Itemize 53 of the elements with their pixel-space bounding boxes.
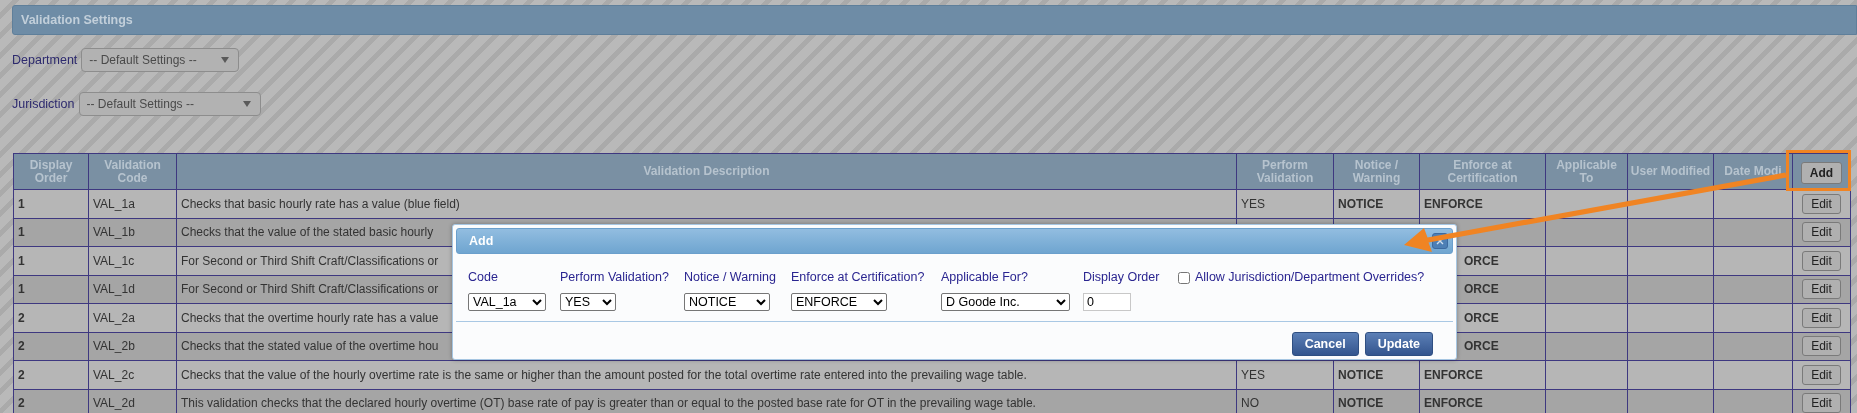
caret-icon	[221, 57, 230, 63]
table-cell: VAL_2c	[88, 360, 177, 389]
table-cell: 1	[13, 246, 89, 275]
table-cell: NOTICE	[1333, 189, 1420, 218]
dropdown-value: -- Default Settings --	[89, 52, 197, 69]
table-cell: VAL_1b	[88, 218, 177, 247]
table-cell: 2	[13, 303, 89, 332]
edit-button[interactable]: Edit	[1802, 336, 1841, 357]
highlight-frame	[1786, 150, 1851, 191]
column-header: Perform Validation	[1236, 153, 1334, 190]
table-cell: VAL_2a	[88, 303, 177, 332]
edit-button[interactable]: Edit	[1802, 393, 1841, 413]
filter-dropdown[interactable]: -- Default Settings --	[78, 92, 261, 116]
table-cell: VAL_1c	[88, 246, 177, 275]
dropdown[interactable]: VAL_1a	[468, 293, 546, 311]
filter-dropdown[interactable]: -- Default Settings --	[81, 48, 240, 72]
column-header: Enforce at Certification	[1419, 153, 1546, 190]
table-cell: 1	[13, 275, 89, 304]
table-cell: VAL_1d	[88, 275, 177, 304]
edit-button[interactable]: Edit	[1802, 193, 1841, 214]
cancel-button[interactable]: Cancel	[1291, 332, 1359, 356]
column-header: Applicable To	[1545, 153, 1628, 190]
section-title: Validation Settings	[21, 11, 133, 29]
column-header: Validation Code	[88, 153, 177, 190]
dropdown[interactable]: ENFORCE	[791, 293, 887, 311]
table-cell: 1	[13, 189, 89, 218]
edit-button[interactable]: Edit	[1802, 250, 1841, 271]
column-header: Validation Description	[176, 153, 1237, 190]
column-header: Notice / Warning	[1333, 153, 1420, 190]
table-cell: 1	[13, 218, 89, 247]
edit-button[interactable]: Edit	[1802, 222, 1841, 243]
table-cell: VAL_1a	[88, 189, 177, 218]
edit-button[interactable]: Edit	[1802, 307, 1841, 328]
update-button[interactable]: Update	[1364, 332, 1433, 356]
column-header: Display Order	[13, 153, 89, 190]
caret-icon	[242, 101, 251, 107]
dropdown[interactable]: NOTICE	[684, 293, 770, 311]
input-field[interactable]: 0	[1083, 293, 1131, 311]
table-cell: Checks that basic hourly rate has a value (blue field)	[176, 189, 1237, 218]
filter-label: Jurisdiction	[12, 95, 75, 113]
edit-button[interactable]: Edit	[1802, 279, 1841, 300]
dropdown[interactable]: D Goode Inc.	[941, 293, 1070, 311]
edit-button[interactable]: Edit	[1802, 364, 1841, 385]
dropdown[interactable]: YES	[560, 293, 616, 311]
dropdown-value: -- Default Settings --	[86, 96, 194, 113]
table-cell: VAL_2b	[88, 332, 177, 361]
add-button[interactable]: Add	[1800, 161, 1843, 184]
table-cell: 2	[13, 389, 89, 413]
table-cell: 2	[13, 332, 89, 361]
table-cell: 2	[13, 360, 89, 389]
filter-label: Department	[12, 51, 78, 69]
table-cell: YES	[1236, 189, 1334, 218]
checkbox[interactable]	[1178, 271, 1190, 284]
